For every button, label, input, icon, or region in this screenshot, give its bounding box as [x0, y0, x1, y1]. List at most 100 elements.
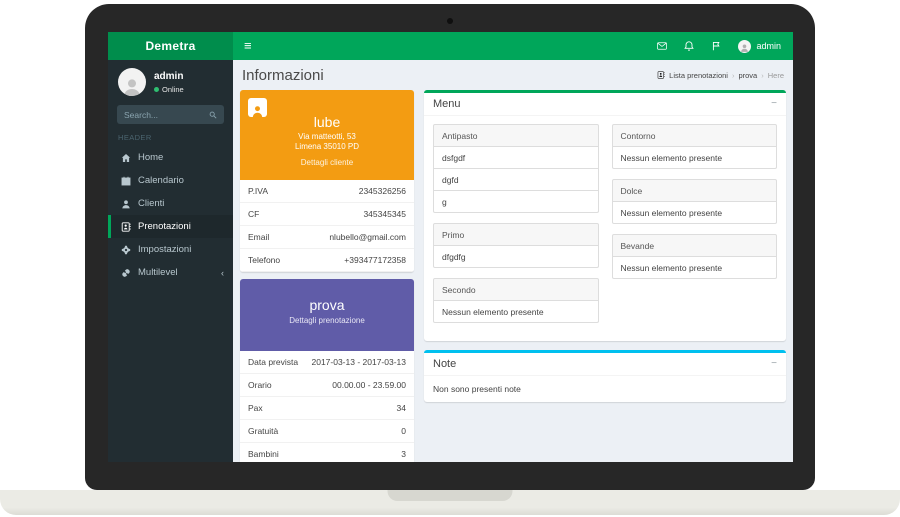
client-address-line1: Via matteotti, 53 [298, 132, 356, 141]
sidebar-item-label: Calendario [138, 175, 184, 186]
menu-group-header: Secondo [433, 278, 599, 301]
sidebar-user-name: admin [154, 71, 184, 82]
menu-group-bevande: BevandeNessun elemento presente [612, 234, 778, 279]
sidebar-item-home[interactable]: Home [108, 146, 233, 169]
sidebar-item-impostazioni[interactable]: Impostazioni [108, 238, 233, 261]
row-value: 2017-03-13 - 2017-03-13 [311, 357, 406, 367]
user-avatar [738, 40, 751, 53]
sidebar-section-label: HEADER [108, 124, 233, 146]
menu-item[interactable]: dgfd [433, 169, 599, 191]
breadcrumb-item[interactable]: Lista prenotazioni [669, 71, 728, 80]
table-row: Gratuità 0 [240, 420, 414, 443]
breadcrumb-separator: › [761, 71, 764, 80]
row-label: Orario [248, 380, 272, 390]
row-value: 00.00.00 - 23.59.00 [332, 380, 406, 390]
address-book-icon [121, 222, 131, 232]
client-name: lube [246, 114, 408, 130]
chevron-left-icon: ‹ [221, 268, 224, 278]
breadcrumb-item[interactable]: prova [738, 71, 757, 80]
sidebar-menu: Home Calendario Clienti Prenotazioni Imposta… [108, 146, 233, 284]
search-icon[interactable] [209, 111, 217, 119]
top-navbar: Demetra ≡ [108, 32, 793, 60]
sidebar-item-label: Multilevel [138, 267, 178, 278]
row-value: 0 [401, 426, 406, 436]
row-label: Email [248, 232, 269, 242]
brand-logo[interactable]: Demetra [108, 32, 233, 60]
sidebar-item-calendario[interactable]: Calendario [108, 169, 233, 192]
menu-group-header: Bevande [612, 234, 778, 257]
booking-info-table: Data prevista2017-03-13 - 2017-03-13 Orar… [240, 351, 414, 462]
sidebar-item-multilevel[interactable]: Multilevel ‹ [108, 261, 233, 284]
row-label: Bambini [248, 449, 279, 459]
notifications-bell-icon[interactable] [684, 41, 694, 51]
breadcrumb: Lista prenotazioni›prova›Here [657, 71, 784, 80]
sidebar-item-prenotazioni[interactable]: Prenotazioni [108, 215, 233, 238]
laptop-base [0, 490, 900, 515]
user-menu-label: admin [756, 41, 781, 51]
navbar-right: admin [657, 40, 793, 53]
table-row: Bambini 3 [240, 443, 414, 462]
sidebar: admin Online HEADER Home Calendario Client… [108, 60, 233, 462]
menu-box-title: Menu [433, 98, 461, 110]
user-menu[interactable]: admin [738, 40, 781, 53]
calendar-icon [121, 176, 131, 186]
collapse-minus-icon[interactable]: − [771, 99, 777, 109]
row-value: 345345345 [363, 209, 406, 219]
menu-group-header: Primo [433, 223, 599, 246]
messages-icon[interactable] [657, 41, 667, 51]
sidebar-user-status[interactable]: Online [154, 85, 184, 94]
collapse-minus-icon[interactable]: − [771, 359, 777, 369]
menu-group-header: Dolce [612, 179, 778, 202]
note-body-text: Non sono presenti note [433, 384, 777, 394]
menu-item[interactable]: dsfgdf [433, 147, 599, 169]
webcam-dot [447, 18, 453, 24]
sidebar-toggle-icon[interactable]: ≡ [233, 32, 263, 60]
row-label: Pax [248, 403, 263, 413]
client-details-link[interactable]: Dettagli cliente [301, 158, 353, 167]
sidebar-item-label: Prenotazioni [138, 221, 191, 232]
row-value: 3 [401, 449, 406, 459]
table-row: Telefono+393477172358 [240, 249, 414, 272]
booking-details-link[interactable]: Dettagli prenotazione [289, 316, 365, 325]
list-icon [657, 71, 665, 79]
table-row: Pax 34 [240, 397, 414, 420]
link-icon [121, 268, 131, 278]
booking-name: prova [246, 297, 408, 313]
menu-group-header: Contorno [612, 124, 778, 147]
menu-item[interactable]: dfgdfg [433, 246, 599, 268]
sidebar-item-label: Home [138, 152, 163, 163]
note-box-title: Note [433, 358, 456, 370]
note-box: Note − Non sono presenti note [424, 350, 786, 402]
sidebar-user-panel: admin Online [108, 60, 233, 102]
table-row: CF345345345 [240, 203, 414, 226]
menu-item[interactable]: g [433, 191, 599, 213]
menu-column-left: Antipastodsfgdfdgfdg Primodfgdfg SecondoNe… [433, 124, 599, 333]
booking-widget: prova Dettagli prenotazione Data previst… [240, 279, 414, 462]
gears-icon [121, 245, 131, 255]
search-input[interactable] [124, 110, 209, 120]
table-row: Data prevista2017-03-13 - 2017-03-13 [240, 351, 414, 374]
menu-empty-text: Nessun elemento presente [612, 257, 778, 279]
menu-group-primo: Primodfgdfg [433, 223, 599, 268]
avatar [118, 68, 146, 96]
home-icon [121, 153, 131, 163]
menu-group-secondo: SecondoNessun elemento presente [433, 278, 599, 323]
booking-card-header: prova Dettagli prenotazione [240, 279, 414, 351]
main-content: Informazioni Lista prenotazioni›prova›He… [233, 60, 793, 462]
sidebar-item-clienti[interactable]: Clienti [108, 192, 233, 215]
row-label: P.IVA [248, 186, 268, 196]
menu-empty-text: Nessun elemento presente [612, 147, 778, 169]
laptop-base-notch [388, 490, 513, 501]
row-label: Gratuità [248, 426, 278, 436]
menu-column-right: ContornoNessun elemento presenteDolceNes… [612, 124, 778, 333]
app-screen: Demetra ≡ [108, 32, 793, 462]
flag-icon[interactable] [711, 41, 721, 51]
sidebar-item-label: Clienti [138, 198, 164, 209]
row-label: Telefono [248, 255, 280, 265]
row-value: 34 [397, 403, 406, 413]
online-status-dot [154, 87, 159, 92]
menu-group-header: Antipasto [433, 124, 599, 147]
menu-group-dolce: DolceNessun elemento presente [612, 179, 778, 224]
menu-box: Menu − Antipastodsfgdfdgfdg Primodfgdfg Se… [424, 90, 786, 341]
menu-empty-text: Nessun elemento presente [612, 202, 778, 224]
